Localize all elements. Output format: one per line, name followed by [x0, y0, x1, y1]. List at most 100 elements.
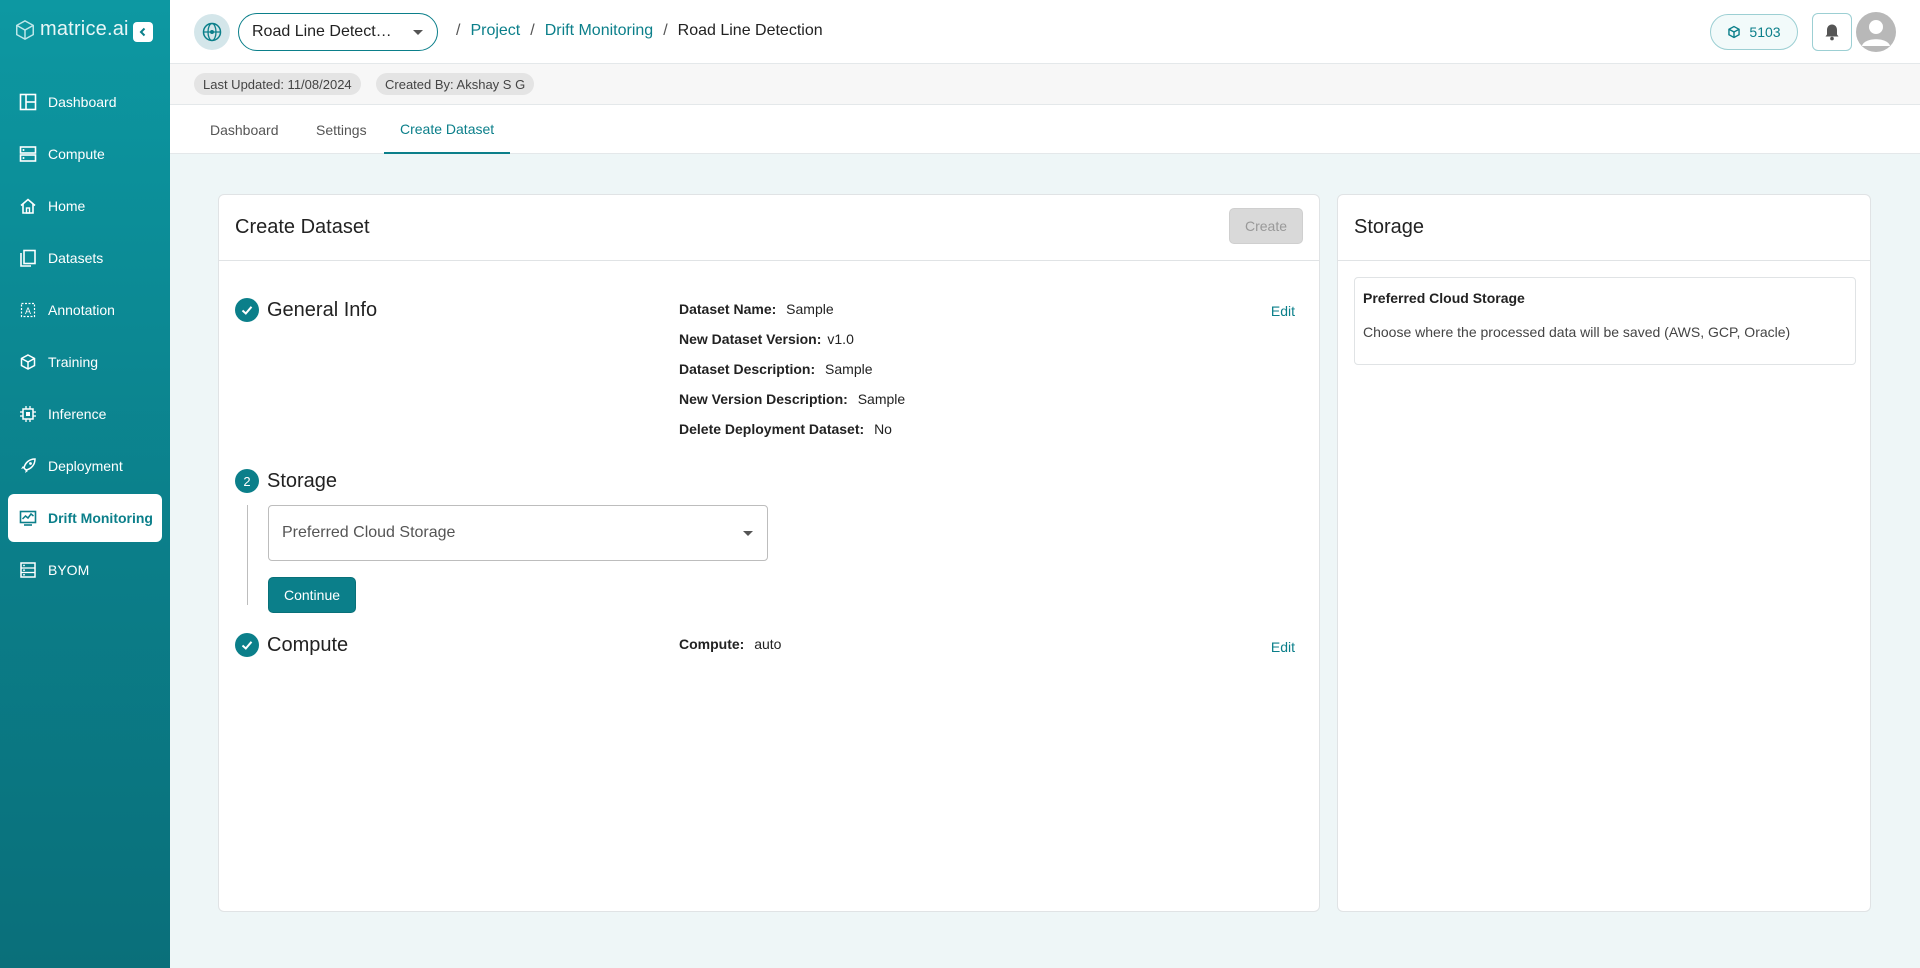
step-title: Compute — [267, 633, 349, 656]
chip-icon — [18, 404, 38, 424]
sidebar-item-label: Drift Monitoring — [48, 510, 153, 526]
field-value: Sample — [825, 361, 873, 377]
home-icon — [18, 196, 38, 216]
sidebar-item-label: Compute — [48, 146, 105, 162]
field-dataset-version: New Dataset Version: v1.0 — [679, 331, 854, 347]
last-updated-chip: Last Updated: 11/08/2024 — [194, 73, 361, 95]
edit-general-info-link[interactable]: Edit — [1271, 303, 1295, 319]
logo-icon — [16, 19, 34, 40]
sidebar-item-inference[interactable]: Inference — [8, 390, 162, 438]
user-icon — [1862, 20, 1890, 46]
breadcrumb-current: Road Line Detection — [677, 22, 823, 39]
annotation-icon: A — [18, 300, 38, 320]
info-description: Choose where the processed data will be … — [1363, 324, 1791, 340]
sidebar-nav: Dashboard Compute Home Datasets A Annota… — [8, 78, 162, 598]
tab-bar: Dashboard Settings Create Dataset — [170, 105, 1920, 154]
sidebar-item-datasets[interactable]: Datasets — [8, 234, 162, 282]
sidebar-item-label: Dashboard — [48, 94, 117, 110]
sidebar-item-label: Annotation — [48, 302, 115, 318]
step-general-info: General Info — [235, 298, 377, 322]
created-by-chip: Created By: Akshay S G — [376, 73, 535, 95]
tab-create-dataset[interactable]: Create Dataset — [384, 105, 511, 154]
create-button[interactable]: Create — [1229, 208, 1303, 244]
sidebar-item-dashboard[interactable]: Dashboard — [8, 78, 162, 126]
chevron-down-icon — [743, 531, 753, 536]
models-icon — [18, 560, 38, 580]
field-key: Delete Deployment Dataset: — [679, 421, 865, 437]
server-icon — [18, 144, 38, 164]
breadcrumb: / Project / Drift Monitoring / Road Line… — [446, 22, 823, 40]
sidebar-item-annotation[interactable]: A Annotation — [8, 286, 162, 334]
field-dataset-name: Dataset Name: Sample — [679, 301, 834, 317]
chevron-left-icon — [139, 27, 146, 37]
continue-button[interactable]: Continue — [268, 577, 356, 613]
field-value: Sample — [786, 301, 834, 317]
breadcrumb-separator: / — [663, 22, 668, 39]
sidebar-item-home[interactable]: Home — [8, 182, 162, 230]
card-header: Create Dataset Create — [219, 195, 1319, 261]
step-number-badge: 2 — [235, 469, 259, 493]
sidebar-item-label: BYOM — [48, 562, 90, 578]
breadcrumb-project[interactable]: Project — [470, 22, 520, 40]
field-key: Dataset Description: — [679, 361, 816, 377]
svg-text:A: A — [25, 306, 31, 316]
info-title: Preferred Cloud Storage — [1363, 290, 1525, 306]
sidebar-item-label: Training — [48, 354, 99, 370]
sidebar: matrice.ai Dashboard Compute Home Datase… — [0, 0, 170, 968]
step-connector-line — [247, 505, 248, 605]
step-storage: 2 Storage — [235, 469, 337, 493]
sidebar-item-label: Deployment — [48, 458, 123, 474]
breadcrumb-drift-monitoring[interactable]: Drift Monitoring — [545, 22, 653, 40]
sidebar-item-drift-monitoring[interactable]: Drift Monitoring — [8, 494, 162, 542]
field-value: No — [874, 421, 892, 437]
cube-icon — [1728, 25, 1741, 39]
meta-bar: Last Updated: 11/08/2024 Created By: Aks… — [170, 64, 1920, 105]
check-icon — [235, 298, 259, 322]
files-icon — [18, 248, 38, 268]
rocket-icon — [18, 456, 38, 476]
brand[interactable]: matrice.ai — [14, 18, 129, 41]
card-header: Storage — [1338, 195, 1870, 261]
project-globe-icon[interactable] — [194, 14, 230, 50]
step-title: General Info — [267, 298, 378, 321]
field-key: New Dataset Version: — [679, 331, 822, 347]
edit-compute-link[interactable]: Edit — [1271, 639, 1295, 655]
tab-settings[interactable]: Settings — [300, 105, 383, 154]
sidebar-item-byom[interactable]: BYOM — [8, 546, 162, 594]
field-key: Dataset Name: — [679, 301, 777, 317]
project-select-value: Road Line Detect… — [252, 23, 392, 40]
field-key: New Version Description: — [679, 391, 848, 407]
sidebar-item-deployment[interactable]: Deployment — [8, 442, 162, 490]
brand-name: matrice.ai — [40, 18, 129, 40]
dashboard-icon — [18, 92, 38, 112]
chevron-down-icon — [413, 30, 423, 35]
storage-info-box: Preferred Cloud Storage Choose where the… — [1354, 277, 1856, 365]
field-value: v1.0 — [827, 331, 854, 347]
cloud-storage-select[interactable]: Preferred Cloud Storage — [268, 505, 768, 561]
avatar[interactable] — [1856, 12, 1896, 52]
sidebar-item-label: Home — [48, 198, 86, 214]
field-value: Sample — [857, 391, 906, 407]
top-header: Road Line Detect… / Project / Drift Moni… — [170, 0, 1920, 64]
field-delete-deployment-dataset: Delete Deployment Dataset: No — [679, 421, 892, 437]
sidebar-item-training[interactable]: Training — [8, 338, 162, 386]
field-dataset-description: Dataset Description: Sample — [679, 361, 873, 377]
bell-icon — [1825, 24, 1839, 41]
notifications-button[interactable] — [1812, 13, 1852, 51]
step-title: Storage — [267, 469, 338, 492]
card-title: Create Dataset — [235, 216, 370, 238]
credits-value: 5103 — [1749, 24, 1781, 40]
field-version-description: New Version Description: Sample — [679, 391, 905, 407]
check-icon — [235, 633, 259, 657]
field-compute: Compute: auto — [679, 636, 781, 652]
credits-badge[interactable]: 5103 — [1710, 14, 1798, 50]
sidebar-item-compute[interactable]: Compute — [8, 130, 162, 178]
project-select[interactable]: Road Line Detect… — [238, 13, 438, 51]
monitor-icon — [18, 508, 38, 528]
storage-help-card: Storage Preferred Cloud Storage Choose w… — [1337, 194, 1871, 912]
tab-dashboard[interactable]: Dashboard — [194, 105, 295, 154]
step-compute: Compute — [235, 633, 348, 657]
collapse-sidebar-button[interactable] — [133, 22, 153, 42]
card-title: Storage — [1354, 216, 1425, 238]
sidebar-item-label: Inference — [48, 406, 107, 422]
